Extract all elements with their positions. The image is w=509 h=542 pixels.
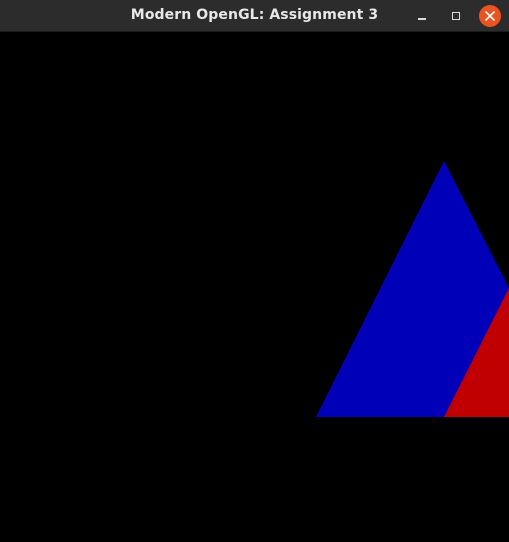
close-button[interactable] [479, 5, 501, 27]
app-window: Modern OpenGL: Assignment 3 [0, 0, 509, 542]
maximize-icon [452, 12, 460, 20]
maximize-button[interactable] [445, 5, 467, 27]
opengl-viewport[interactable] [0, 32, 509, 542]
close-icon [485, 11, 495, 21]
title-bar[interactable]: Modern OpenGL: Assignment 3 [0, 0, 509, 32]
render-canvas [0, 32, 509, 542]
minimize-icon [418, 18, 426, 20]
minimize-button[interactable] [411, 5, 433, 27]
